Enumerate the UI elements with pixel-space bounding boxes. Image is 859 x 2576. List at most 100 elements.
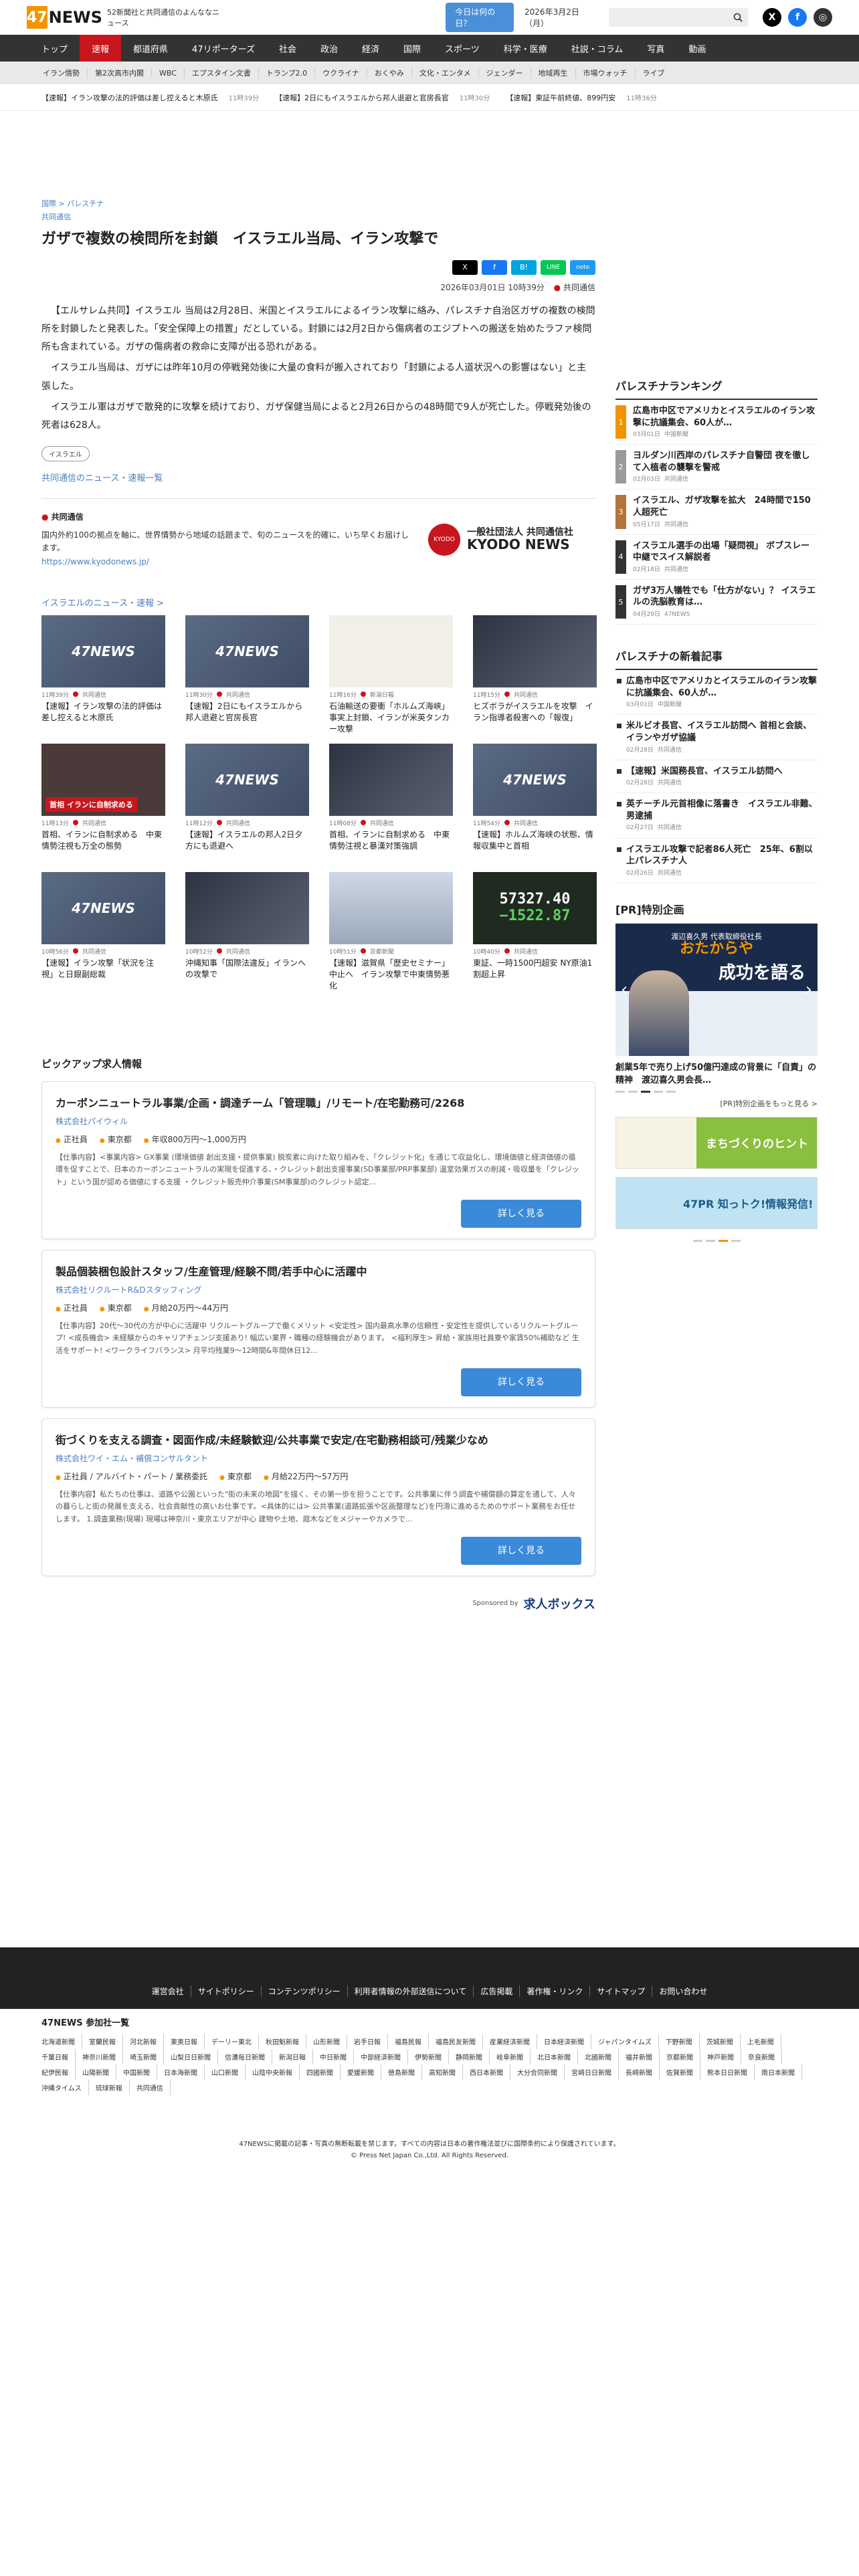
news-card[interactable]: 47 NEWS 11時54分 共同通信 【速報】ホルムズ海峡の状態、情報収集中と首相 <box>473 743 597 864</box>
news-title[interactable]: 【速報】滋賀県「歴史セミナー」中止へ イラン攻撃で中東情勢悪化 <box>329 958 453 992</box>
latest-title[interactable]: 英チーチル元首相像に落書き イスラエル非難、男逮捕 <box>626 798 818 822</box>
paper-link[interactable]: 高知新聞 <box>429 2064 463 2080</box>
paper-link[interactable]: ジャパンタイムズ <box>598 2034 659 2049</box>
nav-item[interactable]: 写真 <box>635 35 676 62</box>
paper-link[interactable]: 日本経済新聞 <box>544 2034 591 2049</box>
carousel-dot[interactable] <box>641 1090 650 1093</box>
paper-link[interactable]: 徳島新聞 <box>388 2064 422 2080</box>
ranking-item[interactable]: 3 イスラエル、ガザ攻撃を拡大 24時間で150人超死亡 05月17日 共同通信 <box>615 490 818 535</box>
paper-link[interactable]: 沖縄タイムス <box>41 2080 89 2095</box>
news-card[interactable]: 10時52分 共同通信 沖縄知事「国際法違反」イランへの攻撃で <box>185 871 309 992</box>
nav-item[interactable]: 動画 <box>676 35 718 62</box>
latest-title[interactable]: 米ルビオ長官、イスラエル訪問へ 首相と会談、イランやガザ協議 <box>626 720 818 744</box>
ranking-item[interactable]: 5 ガザ3万人犠牲でも「仕方がない」？ イスラエルの洗脳教育は… 04月29日 47N… <box>615 580 818 625</box>
news-card[interactable]: 10時51分 京都新聞 【速報】滋賀県「歴史セミナー」中止へ イラン攻撃で中東情勢悪… <box>329 871 453 992</box>
carousel-next-icon[interactable]: › <box>805 980 812 1000</box>
news-card[interactable]: 首相 イランに自制求める 11時13分 共同通信 首相、イランに自制求める 中東情勢注… <box>41 743 165 864</box>
footer-link[interactable]: サイトマップ <box>589 1985 652 1997</box>
subnav-item[interactable]: ライブ <box>634 68 672 78</box>
paper-link[interactable]: 山陰中央新報 <box>252 2064 300 2080</box>
news-card[interactable]: 47 NEWS 11時30分 共同通信 【速報】2日にもイスラエルから邦人退避と官房長官 <box>185 615 309 736</box>
carousel-dot[interactable] <box>615 1090 625 1093</box>
globe-icon[interactable]: ◎ <box>813 8 832 27</box>
news-card[interactable]: 47 NEWS 10時56分 共同通信 【速報】イラン攻撃「状況を注視」と日銀副総裁 <box>41 871 165 992</box>
paper-link[interactable]: 河北新報 <box>130 2034 164 2049</box>
job-detail-button[interactable]: 詳しく見る <box>461 1536 581 1565</box>
carousel-prev-icon[interactable]: ‹ <box>621 980 628 1000</box>
job-detail-button[interactable]: 詳しく見る <box>461 1368 581 1396</box>
news-card[interactable]: 11時08分 共同通信 首相、イランに自制求める 中東情勢注視と暴漢対策強調 <box>329 743 453 864</box>
job-detail-button[interactable]: 詳しく見る <box>461 1199 581 1228</box>
paper-link[interactable]: 中国新聞 <box>123 2064 157 2080</box>
ranking-title[interactable]: ヨルダン川西岸のパレスチナ自警団 夜を徹して入植者の襲撃を警戒 <box>633 450 818 473</box>
pr-more-link[interactable]: [PR]特別企画をもっと見る > <box>615 1098 818 1109</box>
paper-link[interactable]: 信濃毎日新聞 <box>225 2049 272 2064</box>
ticker-item[interactable]: 【速報】2日にもイスラエルから邦人退避と官房長官 <box>275 92 449 103</box>
ranking-title[interactable]: 広島市中区でアメリカとイスラエルのイラン攻撃に抗議集会、60人が… <box>633 405 818 429</box>
subnav-item[interactable]: おくやみ <box>366 68 411 78</box>
subnav-item[interactable]: 市場ウォッチ <box>575 68 635 78</box>
subnav-item[interactable]: 第2次高市内閣 <box>87 68 151 78</box>
kyodo-logo[interactable]: KYODO 一般社団法人 共同通信社 KYODO NEWS <box>428 523 595 556</box>
paper-link[interactable]: 長崎新聞 <box>626 2064 660 2080</box>
footer-link[interactable]: 著作権・リンク <box>519 1985 589 1997</box>
footer-link[interactable]: サイトポリシー <box>190 1985 261 1997</box>
nav-item[interactable]: 速報 <box>80 35 122 62</box>
share-line-button[interactable]: LINE <box>541 259 566 275</box>
paper-link[interactable]: 上毛新聞 <box>747 2034 781 2049</box>
site-logo[interactable]: 47 NEWS <box>27 6 102 29</box>
search-icon[interactable] <box>733 13 743 22</box>
paper-link[interactable]: 中部経済新聞 <box>361 2049 408 2064</box>
paper-link[interactable]: 紀伊民報 <box>41 2064 76 2080</box>
news-title[interactable]: 首相、イランに自制求める 中東情勢注視も万全の態勢 <box>41 829 165 864</box>
news-card[interactable]: 47 NEWS 11時12分 共同通信 【速報】イスラエルの邦人2日夕方にも退避へ <box>185 743 309 864</box>
article-tag[interactable]: イスラエル <box>41 445 90 461</box>
latest-title[interactable]: イスラエル攻撃で記者86人死亡 25年、6割以上パレスチナ人 <box>626 844 818 867</box>
paper-link[interactable]: 北日本新聞 <box>537 2049 578 2064</box>
paper-link[interactable]: 山梨日日新聞 <box>171 2049 218 2064</box>
nav-item[interactable]: 国際 <box>391 35 433 62</box>
paper-link[interactable]: 佐賀新聞 <box>666 2064 700 2080</box>
paper-link[interactable]: 山陽新聞 <box>82 2064 116 2080</box>
news-title[interactable]: 【速報】イラン攻撃「状況を注視」と日銀副総裁 <box>41 958 165 992</box>
paper-link[interactable]: 室蘭民報 <box>89 2034 123 2049</box>
job-title[interactable]: 製品個装梱包設計スタッフ/生産管理/経験不問/若手中心に活躍中 <box>56 1263 581 1279</box>
ranking-item[interactable]: 1 広島市中区でアメリカとイスラエルのイラン攻撃に抗議集会、60人が… 03月01日… <box>615 400 818 445</box>
news-title[interactable]: 石油輸送の要衝「ホルムズ海峡」事実上封鎖、イランが米英タンカー攻撃 <box>329 701 453 736</box>
paper-link[interactable]: 北國新聞 <box>585 2049 619 2064</box>
subnav-item[interactable]: イラン情勢 <box>35 68 87 78</box>
paper-link[interactable]: 共同通信 <box>136 2080 171 2095</box>
news-title[interactable]: 【速報】ホルムズ海峡の状態、情報収集中と首相 <box>473 829 597 864</box>
news-title[interactable]: 【速報】2日にもイスラエルから邦人退避と官房長官 <box>185 701 309 736</box>
footer-link[interactable]: コンテンツポリシー <box>260 1985 347 1997</box>
article-category[interactable]: 共同通信 <box>41 211 595 222</box>
paper-link[interactable]: 神奈川新聞 <box>82 2049 123 2064</box>
ranking-title[interactable]: イスラエル選手の出場「疑問視」 ボブスレー中継でスイス解説者 <box>633 540 818 564</box>
subnav-item[interactable]: トランプ2.0 <box>258 68 314 78</box>
latest-item[interactable]: 米ルビオ長官、イスラエル訪問へ 首相と会談、イランやガザ協議 02月28日 共同通信 <box>615 715 818 760</box>
paper-link[interactable]: 岩手日報 <box>354 2034 388 2049</box>
subnav-item[interactable]: 地域再生 <box>530 68 575 78</box>
subnav-item[interactable]: 文化・エンタメ <box>411 68 478 78</box>
related-section-title[interactable]: イスラエルのニュース・速報 > <box>41 596 595 609</box>
nav-item[interactable]: 科学・医療 <box>492 35 559 62</box>
paper-link[interactable]: 南日本新聞 <box>761 2064 802 2080</box>
latest-item[interactable]: 英チーチル元首相像に落書き イスラエル非難、男逮捕 02月27日 共同通信 <box>615 793 818 839</box>
ranking-item[interactable]: 2 ヨルダン川西岸のパレスチナ自警団 夜を徹して入植者の襲撃を警戒 02月03日 共同… <box>615 445 818 490</box>
footer-link[interactable]: 利用者情報の外部送信について <box>347 1985 474 1997</box>
ranking-title[interactable]: イスラエル、ガザ攻撃を拡大 24時間で150人超死亡 <box>633 495 818 518</box>
ranking-item[interactable]: 4 イスラエル選手の出場「疑問視」 ボブスレー中継でスイス解説者 02月18日 共同通… <box>615 535 818 580</box>
footer-link[interactable]: 広告掲載 <box>473 1985 519 1997</box>
news-title[interactable]: 東証、一時1500円超安 NY原油1割超上昇 <box>473 958 597 992</box>
footer-link[interactable]: 運営会社 <box>145 1985 191 1997</box>
latest-item[interactable]: 【速報】米国務長官、イスラエル訪問へ 02月28日 共同通信 <box>615 760 818 794</box>
paper-link[interactable]: 四國新聞 <box>306 2064 341 2080</box>
carousel-dot[interactable] <box>666 1090 676 1093</box>
47pr-banner[interactable]: 47PR 知っトク!情報発信! <box>615 1176 818 1229</box>
latest-title[interactable]: 【速報】米国務長官、イスラエル訪問へ <box>626 766 818 778</box>
paper-link[interactable]: 伊勢新聞 <box>415 2049 449 2064</box>
search-input[interactable] <box>608 8 748 27</box>
paper-link[interactable]: 琉球新報 <box>96 2080 130 2095</box>
paper-link[interactable]: 下野新聞 <box>666 2034 700 2049</box>
paper-link[interactable]: 大分合同新聞 <box>517 2064 565 2080</box>
